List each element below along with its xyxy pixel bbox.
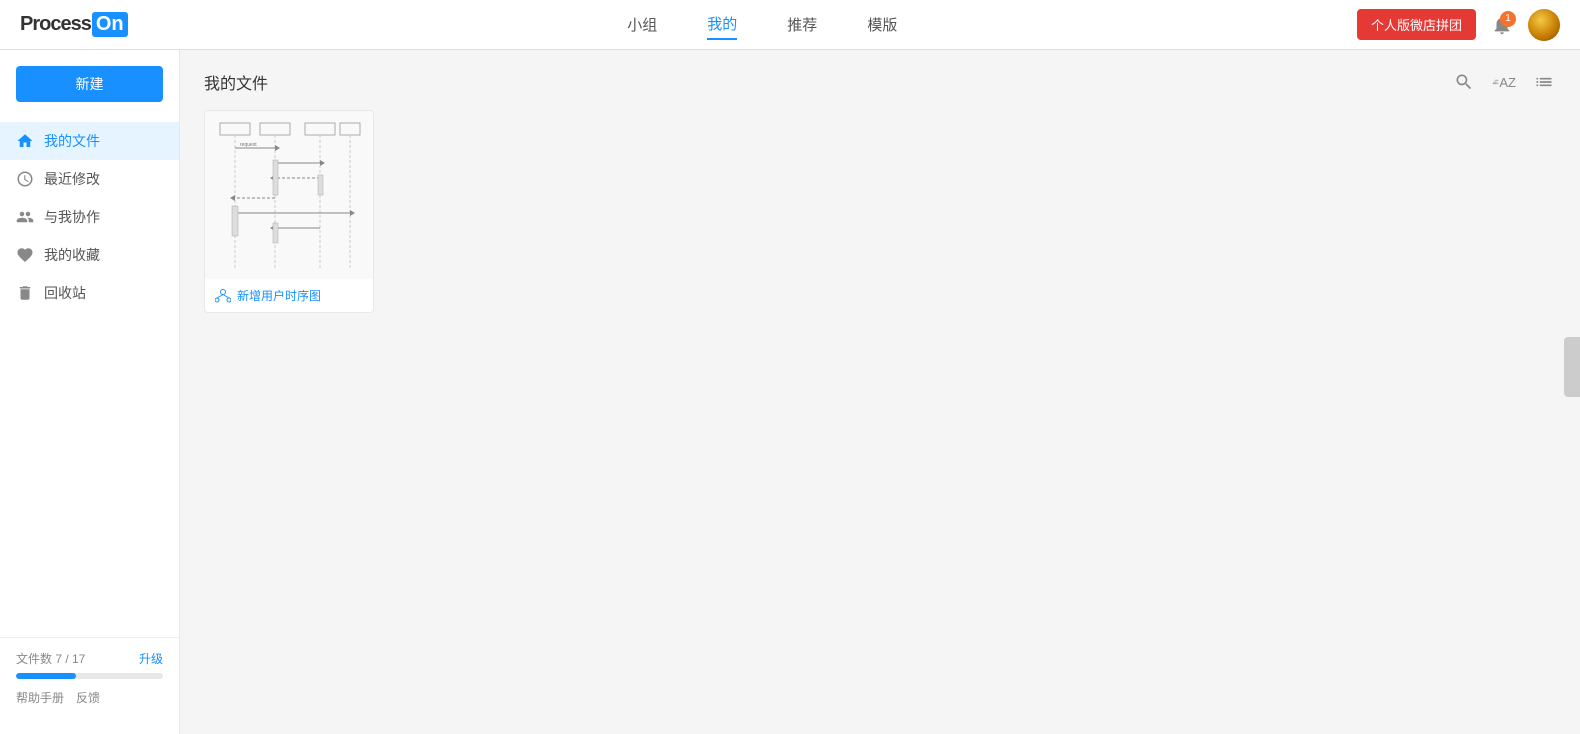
sidebar-item-favorites[interactable]: 我的收藏 — [0, 236, 179, 274]
heart-icon — [16, 246, 34, 264]
sidebar-item-recent[interactable]: 最近修改 — [0, 160, 179, 198]
file-card[interactable]: request — [204, 110, 374, 313]
feedback-link[interactable]: 反馈 — [76, 689, 100, 706]
notification-button[interactable]: 1 — [1488, 11, 1516, 39]
avatar-image — [1528, 9, 1560, 41]
svg-text:AZ: AZ — [1493, 81, 1497, 85]
sidebar-label-collaborate: 与我协作 — [44, 207, 100, 227]
content-title: 我的文件 — [204, 70, 268, 94]
app-header: ProcessOn 小组 我的 推荐 模版 个人版微店拼团 1 — [0, 0, 1580, 50]
sort-button[interactable]: AZ AZ — [1492, 70, 1516, 94]
file-name: 新增用户时序图 — [237, 287, 321, 304]
svg-text:request: request — [240, 142, 257, 148]
trash-icon — [16, 284, 34, 302]
avatar[interactable] — [1528, 9, 1560, 41]
file-count-row: 文件数 7 / 17 升级 — [16, 650, 163, 667]
sidebar-label-favorites: 我的收藏 — [44, 245, 100, 265]
main-layout: 新建 我的文件 最近修改 与我协作 — [0, 50, 1580, 734]
sidebar-footer: 文件数 7 / 17 升级 帮助手册 反馈 — [0, 637, 179, 718]
list-view-button[interactable] — [1532, 70, 1556, 94]
list-view-icon — [1534, 72, 1554, 92]
diagram-preview-svg: request — [215, 118, 365, 273]
sidebar-item-trash[interactable]: 回收站 — [0, 274, 179, 312]
sidebar-label-trash: 回收站 — [44, 283, 86, 303]
file-name-row: 新增用户时序图 — [205, 279, 373, 312]
file-type-icon — [215, 288, 231, 304]
file-thumbnail: request — [205, 111, 374, 279]
logo-text-process: Process — [20, 13, 91, 36]
content-header: 我的文件 AZ AZ — [204, 70, 1556, 94]
progress-bar — [16, 673, 163, 679]
right-edge-tab[interactable] — [1564, 337, 1580, 397]
sidebar-label-myfiles: 我的文件 — [44, 131, 100, 151]
sidebar-links: 帮助手册 反馈 — [16, 689, 163, 706]
main-nav: 小组 我的 推荐 模版 — [168, 9, 1357, 40]
progress-bar-fill — [16, 673, 76, 679]
content-toolbar: AZ AZ — [1452, 70, 1556, 94]
logo-text-on: On — [92, 12, 128, 37]
home-icon — [16, 132, 34, 150]
sidebar-menu: 我的文件 最近修改 与我协作 我的收藏 — [0, 122, 179, 637]
vip-button[interactable]: 个人版微店拼团 — [1357, 9, 1476, 40]
clock-icon — [16, 170, 34, 188]
file-grid: request — [204, 110, 1556, 313]
file-count-label: 文件数 7 / 17 — [16, 650, 85, 667]
search-button[interactable] — [1452, 70, 1476, 94]
sidebar-label-recent: 最近修改 — [44, 169, 100, 189]
notification-badge: 1 — [1500, 11, 1516, 27]
new-button[interactable]: 新建 — [16, 66, 163, 102]
sidebar: 新建 我的文件 最近修改 与我协作 — [0, 50, 180, 734]
nav-item-groups[interactable]: 小组 — [627, 10, 657, 39]
nav-item-recommend[interactable]: 推荐 — [787, 10, 817, 39]
users-icon — [16, 208, 34, 226]
sidebar-item-collaborate[interactable]: 与我协作 — [0, 198, 179, 236]
upgrade-link[interactable]: 升级 — [139, 650, 163, 667]
sidebar-item-myfiles[interactable]: 我的文件 — [0, 122, 179, 160]
nav-item-templates[interactable]: 模版 — [867, 10, 897, 39]
main-content: 我的文件 AZ AZ — [180, 50, 1580, 734]
header-right: 个人版微店拼团 1 — [1357, 9, 1560, 41]
help-link[interactable]: 帮助手册 — [16, 689, 64, 706]
nav-item-mine[interactable]: 我的 — [707, 9, 737, 40]
logo[interactable]: ProcessOn — [20, 12, 128, 37]
sort-icon: AZ — [1492, 72, 1499, 92]
search-icon — [1454, 72, 1474, 92]
